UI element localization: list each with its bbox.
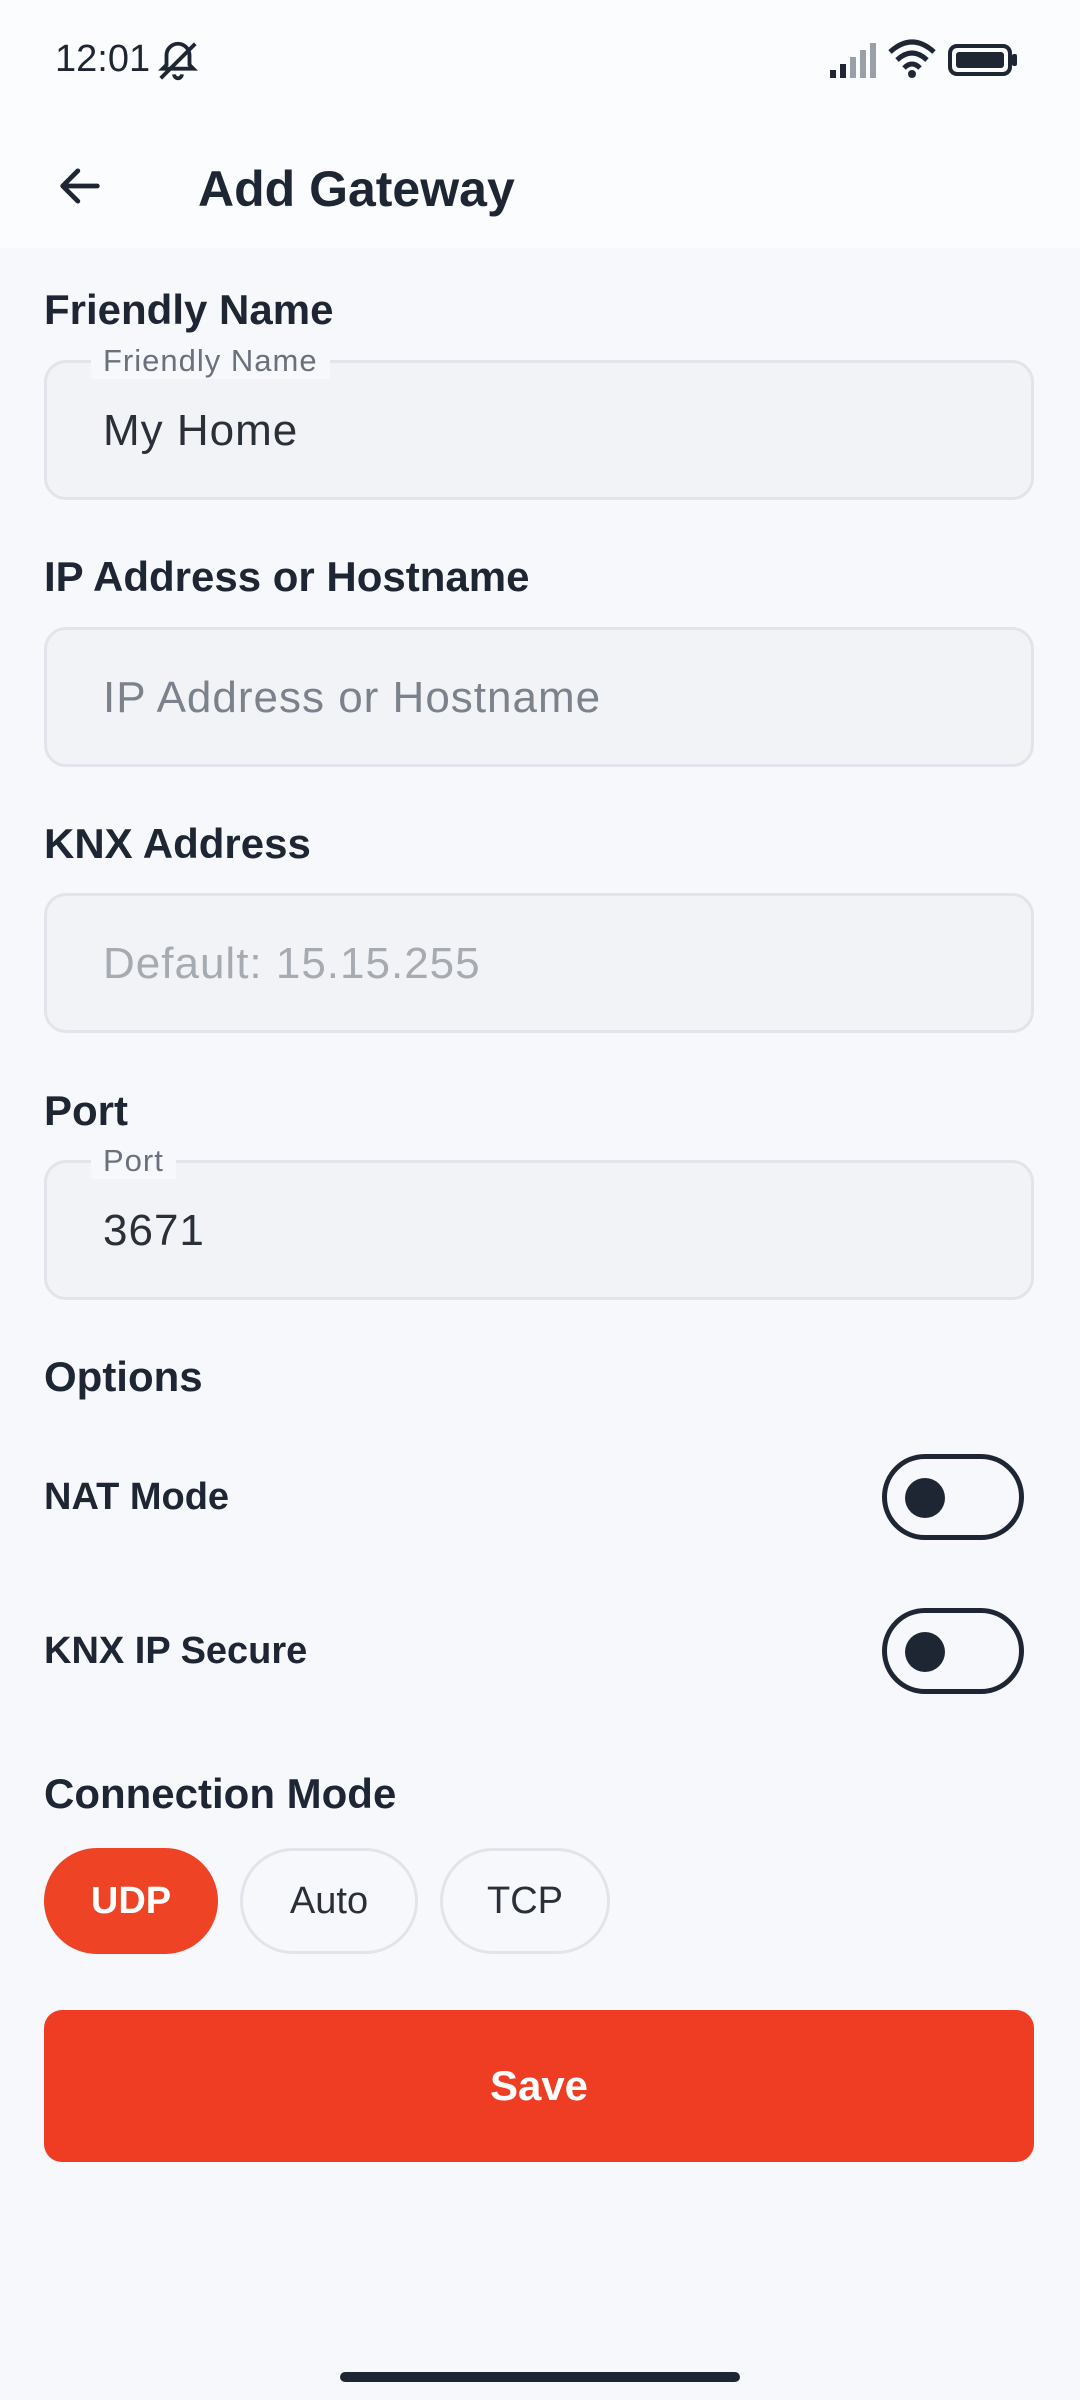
status-bar: 12:01 [0,0,1080,124]
toggle-knob [905,1478,945,1518]
app-bar: Add Gateway [0,124,1080,248]
chip-tcp[interactable]: TCP [440,1848,610,1954]
knx-address-input[interactable] [101,896,985,1032]
nat-mode-toggle[interactable] [882,1454,1024,1540]
chip-udp[interactable]: UDP [44,1848,218,1954]
status-time: 12:01 [55,38,151,80]
knx-address-field[interactable] [44,893,1034,1033]
save-button[interactable]: Save [44,2010,1034,2162]
ip-address-section-label: IP Address or Hostname [44,553,530,600]
port-input[interactable] [101,1163,985,1299]
port-section-label: Port [44,1087,128,1134]
back-button[interactable] [40,146,120,226]
friendly-name-field[interactable]: Friendly Name [44,343,1034,500]
knx-ip-secure-label: KNX IP Secure [44,1630,308,1672]
knx-ip-secure-toggle[interactable] [882,1608,1024,1694]
options-title: Options [44,1353,203,1400]
home-indicator [340,2372,740,2382]
bell-off-icon [158,41,198,81]
signal-icon [830,43,876,78]
battery-icon [948,44,1017,76]
ip-address-field[interactable] [44,627,1034,767]
knx-address-section-label: KNX Address [44,820,311,867]
toggle-knob [905,1632,945,1672]
ip-address-input[interactable] [101,630,985,766]
chip-auto[interactable]: Auto [240,1848,418,1954]
connection-mode-title: Connection Mode [44,1770,397,1817]
page-title: Add Gateway [198,161,515,217]
nat-mode-label: NAT Mode [44,1476,230,1518]
friendly-name-input[interactable] [101,363,985,499]
wifi-icon [888,39,936,78]
arrow-left-icon [60,168,100,204]
friendly-name-section-label: Friendly Name [44,286,334,333]
port-field[interactable]: Port [44,1143,1034,1300]
